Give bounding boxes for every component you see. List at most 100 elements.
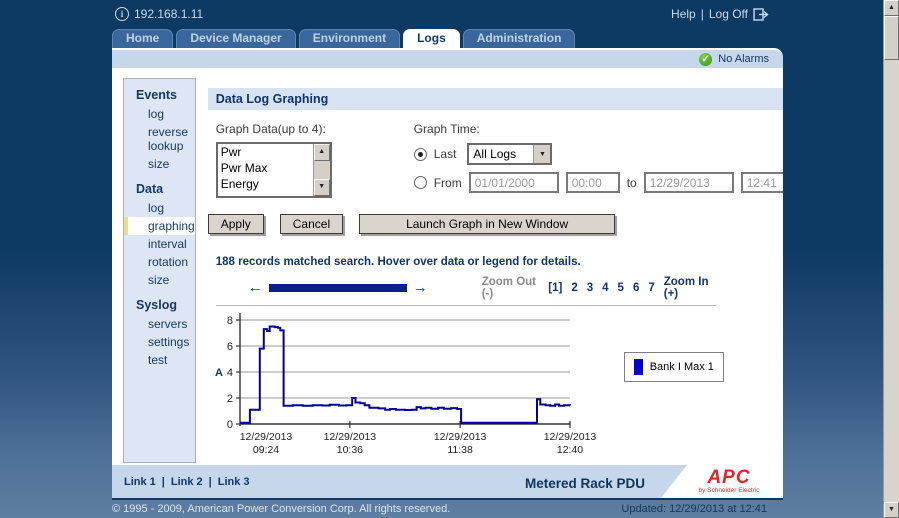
apc-logo: APC — [707, 470, 750, 486]
sidebar-item-syslog-test[interactable]: test — [124, 351, 195, 369]
pan-left-arrow-icon[interactable]: ← — [248, 283, 263, 293]
tab-bar: HomeDevice ManagerEnvironmentLogsAdminis… — [112, 29, 575, 48]
no-alarms-icon: ✓ — [699, 53, 712, 66]
sidebar-section-data: Data — [124, 173, 195, 199]
to-date-input[interactable] — [644, 172, 734, 193]
chevron-down-icon[interactable]: ▼ — [533, 145, 550, 163]
svg-text:0: 0 — [227, 419, 233, 431]
alarm-status-text: No Alarms — [718, 53, 769, 65]
log-off-link[interactable]: Log Off — [709, 7, 748, 21]
footer-link-link-1[interactable]: Link 1 — [124, 476, 156, 488]
listbox-option-energy[interactable]: Energy — [218, 176, 313, 192]
svg-text:A: A — [215, 367, 223, 379]
product-name: Metered Rack PDU — [525, 476, 645, 491]
sidebar-item-syslog-servers[interactable]: servers — [124, 315, 195, 333]
zoom-level-3[interactable]: 3 — [587, 282, 593, 294]
legend-series-label: Bank I Max 1 — [650, 361, 714, 373]
zoom-controls: Zoom Out (-) [1] 234567 Zoom In (+) — [482, 276, 716, 300]
tab-device-manager[interactable]: Device Manager — [176, 29, 295, 48]
sidebar-item-data-size[interactable]: size — [124, 271, 195, 289]
top-bar: i 192.168.1.11 Help | Log Off — [112, 0, 769, 28]
listbox-scroll-up-icon[interactable]: ▲ — [314, 144, 330, 161]
sidebar-item-events-size[interactable]: size — [124, 155, 195, 173]
graph-form: Graph Data(up to 4): PwrPwr MaxEnergy ▲ … — [208, 110, 783, 198]
from-time-input[interactable] — [566, 172, 620, 193]
bottom-bar: © 1995 - 2009, American Power Conversion… — [112, 503, 767, 515]
tab-home[interactable]: Home — [112, 29, 173, 48]
graph-data-label: Graph Data(up to 4): — [216, 122, 384, 136]
footer-bar: Link 1|Link 2|Link 3 Metered Rack PDU AP… — [112, 465, 783, 498]
tab-administration[interactable]: Administration — [463, 29, 576, 48]
page: i 192.168.1.11 Help | Log Off HomeDevice… — [0, 0, 899, 518]
tab-environment[interactable]: Environment — [299, 29, 400, 48]
svg-text:2: 2 — [227, 393, 233, 405]
sidebar-item-data-log[interactable]: log — [124, 199, 195, 217]
from-date-input[interactable] — [469, 172, 559, 193]
zoom-in-link[interactable]: Zoom In (+) — [664, 276, 716, 300]
button-row: Apply Cancel Launch Graph in New Window — [208, 214, 783, 234]
graph-toolbar: ← → Zoom Out (-) [1] 234567 Zoom In (+) — [216, 276, 716, 306]
listbox-scrollbar[interactable]: ▲ ▼ — [313, 144, 330, 196]
listbox-scroll-down-icon[interactable]: ▼ — [314, 179, 330, 196]
sidebar-item-events-reverse-lookup[interactable]: reverse lookup — [124, 123, 195, 155]
last-radio[interactable] — [414, 148, 427, 161]
apply-button[interactable]: Apply — [208, 214, 264, 234]
device-ip: 192.168.1.11 — [134, 7, 203, 21]
info-icon: i — [115, 7, 129, 21]
svg-text:12/29/201310:36: 12/29/201310:36 — [323, 431, 376, 456]
copyright-text: © 1995 - 2009, American Power Conversion… — [112, 503, 450, 515]
from-label: From — [434, 176, 462, 190]
chart-legend[interactable]: Bank I Max 1 — [624, 352, 724, 382]
pan-scrollbar-thumb[interactable] — [269, 284, 407, 292]
footer-link-link-2[interactable]: Link 2 — [171, 476, 203, 488]
sidebar-item-events-log[interactable]: log — [124, 105, 195, 123]
data-log-chart[interactable]: 02468A12/29/201309:2412/29/201310:3612/2… — [208, 308, 608, 458]
log-off-icon[interactable] — [753, 8, 769, 21]
main-panel: Data Log Graphing Graph Data(up to 4): P… — [196, 68, 783, 465]
last-range-select[interactable]: All Logs ▼ — [467, 143, 552, 165]
zoom-level-7[interactable]: 7 — [648, 282, 654, 294]
sidebar-item-data-graphing[interactable]: graphing — [124, 217, 195, 235]
footer-link-link-3[interactable]: Link 3 — [218, 476, 250, 488]
listbox-option-pwr[interactable]: Pwr — [218, 144, 313, 160]
graph-time-label: Graph Time: — [414, 122, 783, 136]
sidebar-item-syslog-settings[interactable]: settings — [124, 333, 195, 351]
sidebar-nav: Eventslogreverse lookupsizeDataloggraphi… — [123, 78, 196, 463]
scrollbar-thumb[interactable] — [884, 16, 899, 60]
svg-text:12/29/201309:24: 12/29/201309:24 — [239, 431, 292, 456]
zoom-level-1[interactable]: [1] — [548, 282, 562, 294]
pan-right-arrow-icon[interactable]: → — [413, 283, 428, 293]
scroll-up-icon[interactable]: ▲ — [884, 0, 899, 16]
zoom-level-6[interactable]: 6 — [633, 282, 639, 294]
updated-text: Updated: 12/29/2013 at 12:41 — [621, 503, 767, 515]
page-title: Data Log Graphing — [208, 88, 783, 110]
svg-text:12/29/201312:40: 12/29/201312:40 — [543, 431, 596, 456]
device-ip-wrap: i 192.168.1.11 — [115, 7, 203, 21]
tab-logs[interactable]: Logs — [403, 29, 460, 48]
launch-graph-button[interactable]: Launch Graph in New Window — [359, 214, 615, 234]
last-label: Last — [434, 147, 457, 161]
to-label: to — [627, 176, 637, 190]
sidebar-item-data-interval[interactable]: interval — [124, 235, 195, 253]
brand-area: APC by Schneider Electric — [661, 465, 783, 498]
session-links-divider: | — [701, 7, 704, 21]
svg-text:12/29/201311:38: 12/29/201311:38 — [434, 431, 487, 456]
zoom-level-2[interactable]: 2 — [571, 282, 577, 294]
graph-data-listbox[interactable]: PwrPwr MaxEnergy ▲ ▼ — [216, 142, 332, 198]
vertical-scrollbar[interactable]: ▲ ▼ — [883, 0, 899, 518]
to-time-input[interactable] — [741, 172, 783, 193]
cancel-button[interactable]: Cancel — [280, 214, 343, 234]
zoom-out-link[interactable]: Zoom Out (-) — [482, 276, 540, 300]
zoom-level-4[interactable]: 4 — [602, 282, 608, 294]
svg-text:4: 4 — [227, 367, 233, 379]
zoom-level-5[interactable]: 5 — [618, 282, 624, 294]
from-radio[interactable] — [414, 176, 427, 189]
scroll-down-icon[interactable]: ▼ — [884, 502, 899, 518]
graph-time-column: Graph Time: Last All Logs ▼ From — [414, 122, 783, 198]
footer-links: Link 1|Link 2|Link 3 — [124, 476, 250, 488]
pan-control: ← → — [246, 283, 430, 293]
alarm-status-bar: ✓ No Alarms — [112, 48, 783, 68]
sidebar-item-data-rotation[interactable]: rotation — [124, 253, 195, 271]
listbox-option-pwr-max[interactable]: Pwr Max — [218, 160, 313, 176]
help-link[interactable]: Help — [671, 7, 696, 21]
